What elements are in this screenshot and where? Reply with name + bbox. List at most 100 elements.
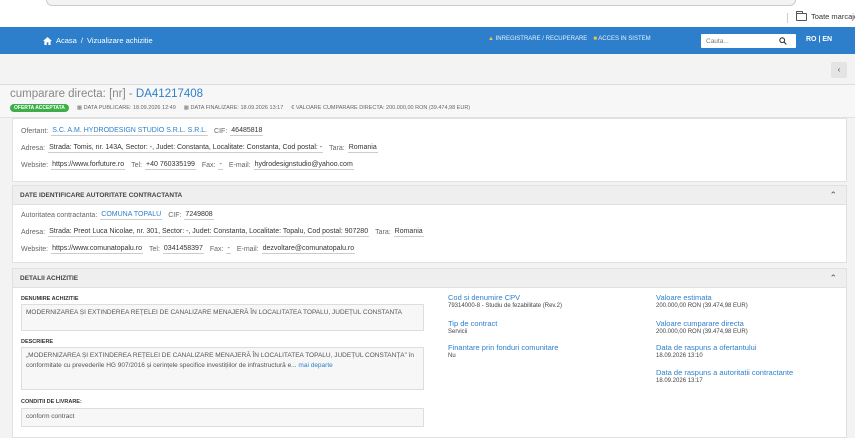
bidder-response-block: Data de raspuns a ofertantului 18.09.202…: [656, 343, 756, 360]
procurement-code: DA41217408: [135, 88, 204, 100]
authority-fax-label: Fax:: [209, 246, 224, 253]
ofertant-label: Ofertant:: [21, 128, 49, 135]
authority-panel: DATE IDENTIFICARE AUTORITATE CONTRACTANT…: [12, 185, 847, 263]
contract-type-value: Servicii: [448, 329, 468, 335]
contract-type-label: Tip de contract: [448, 319, 498, 328]
authority-website-label: Website:: [21, 246, 49, 253]
estimated-value-block: Valoare estimata 200.000,00 RON (39.474,…: [656, 293, 748, 310]
login-link[interactable]: ■ ACCES IN SISTEM: [593, 36, 650, 42]
authority-country-label: Tara:: [375, 229, 391, 236]
purchase-value-label: Valoare cumparare directa: [656, 319, 744, 328]
breadcrumb-separator: /: [80, 36, 83, 45]
ofertant-country-value: Romania: [347, 144, 378, 153]
warning-icon: ▲: [488, 36, 494, 42]
ofertant-fax-value: -: [218, 161, 223, 170]
authority-name-link[interactable]: COMUNA TOPALU: [100, 211, 163, 220]
ofertant-panel: Ofertant: S.C. A.M. HYDRODESIGN STUDIO S…: [12, 118, 847, 182]
authority-tel-value: 0341458397: [162, 245, 204, 254]
authority-response-label: Data de raspuns a autoritatii contractan…: [656, 368, 794, 377]
ofertant-tel-value: +40 760335199: [145, 161, 196, 170]
authority-fax-value: -: [226, 245, 231, 254]
estimated-value-amount: 200.000,00 RON (39.474,98 EUR): [656, 303, 748, 309]
ofertant-tel-label: Tel:: [131, 162, 142, 169]
search-box: [701, 34, 796, 48]
ofertant-country-label: Tara:: [329, 145, 345, 152]
ofertant-email-value[interactable]: hydrodesignstudio@yahoo.com: [253, 161, 354, 170]
authority-contact-row: Website: https://www.comunatopalu.ro Tel…: [21, 245, 356, 254]
conditii-value: conform contract: [21, 408, 424, 427]
contract-type-block: Tip de contract Servicii: [448, 319, 497, 336]
authority-address-value: Strada: Preot Luca Nicolae, nr. 301, Sec…: [48, 228, 370, 237]
authority-address-row: Adresa: Strada: Preot Luca Nicolae, nr. …: [21, 228, 424, 237]
ofertant-cif-value: 46485818: [230, 127, 264, 136]
denumire-value: MODERNIZAREA ȘI EXTINDEREA REȚELEI DE CA…: [21, 304, 424, 331]
publish-date-value: 18.09.2026 12:49: [132, 105, 176, 111]
details-panel-title: DETALII ACHIZITIE: [20, 275, 79, 282]
ofertant-fax-label: Fax:: [201, 162, 216, 169]
ofertant-address-value: Strada: Tomis, nr. 143A, Sector: -, Jude…: [48, 144, 324, 153]
calendar-icon: ▦: [76, 105, 83, 111]
ofertant-address-label: Adresa:: [21, 145, 46, 152]
direct-purchase-value-label: VALOARE CUMPARARE DIRECTA:: [295, 105, 385, 111]
direct-purchase-value: € VALOARE CUMPARARE DIRECTA: 200.000,00 …: [291, 105, 470, 111]
folder-icon: [796, 10, 807, 21]
eu-funding-block: Finantare prin fonduri comunitare Nu: [448, 343, 558, 360]
collapse-button[interactable]: ‹: [831, 62, 847, 78]
calendar-icon: ▦: [183, 105, 189, 111]
page-title: cumparare directa: [nr] - DA41217408: [10, 88, 203, 100]
ofertant-row: Ofertant: S.C. A.M. HYDRODESIGN STUDIO S…: [21, 127, 264, 136]
bookmark-divider: [787, 13, 788, 23]
authority-email-value[interactable]: dezvoltare@comunatopalu.ro: [261, 245, 356, 254]
home-icon[interactable]: [43, 36, 52, 45]
finalize-date-value: 18.09.2026 13:17: [240, 105, 284, 111]
ofertant-contact-row: Website: https://www.forfuture.ro Tel: +…: [21, 161, 354, 170]
descriere-value: „MODERNIZAREA ȘI EXTINDEREA REȚELEI DE C…: [26, 352, 415, 369]
descriere-box: „MODERNIZAREA ȘI EXTINDEREA REȚELEI DE C…: [21, 347, 424, 390]
procurement-meta: OFERTA ACCEPTATA ▦ DATA PUBLICARE: 18.09…: [10, 104, 470, 112]
address-bar[interactable]: [46, 0, 796, 6]
authority-row: Autoritatea contractanta: COMUNA TOPALU …: [21, 211, 214, 220]
register-link[interactable]: ▲ INREGISTRARE / RECUPERARE: [488, 36, 587, 42]
search-input[interactable]: [701, 34, 776, 48]
authority-response-block: Data de raspuns a autoritatii contractan…: [656, 368, 793, 385]
authority-tel-label: Tel:: [149, 246, 160, 253]
ofertant-name-link[interactable]: S.C. A.M. HYDRODESIGN STUDIO S.R.L. S.R.…: [51, 127, 209, 136]
eu-funding-label: Finantare prin fonduri comunitare: [448, 343, 559, 352]
lang-en[interactable]: EN: [822, 36, 832, 43]
title-prefix: cumparare directa: [nr] -: [10, 88, 133, 100]
authority-response-value: 18.09.2026 13:17: [656, 378, 703, 384]
breadcrumb-current: Vizualizare achizitie: [86, 36, 153, 45]
read-more-link[interactable]: mai departe: [298, 362, 332, 369]
lang-separator: |: [818, 36, 821, 43]
authority-panel-header[interactable]: DATE IDENTIFICARE AUTORITATE CONTRACTANT…: [13, 186, 846, 205]
cpv-block: Cod si denumire CPV 79314000-8 - Studiu …: [448, 293, 562, 310]
publish-date: ▦ DATA PUBLICARE: 18.09.2026 12:49: [77, 105, 176, 111]
purchase-value-block: Valoare cumparare directa 200.000,00 RON…: [656, 319, 748, 336]
cpv-value: 79314000-8 - Studiu de fezabilitate (Rev…: [448, 303, 562, 309]
login-link-label: ACCES IN SISTEM: [598, 36, 651, 42]
authority-label: Autoritatea contractanta:: [21, 212, 98, 219]
authority-website-value[interactable]: https://www.comunatopalu.ro: [51, 245, 143, 254]
bidder-response-value: 18.09.2026 13:10: [656, 353, 703, 359]
authority-panel-title: DATE IDENTIFICARE AUTORITATE CONTRACTANT…: [20, 192, 183, 199]
chevron-up-icon[interactable]: ⌃: [829, 273, 837, 284]
details-panel-header[interactable]: DETALII ACHIZITIE ⌃: [13, 269, 846, 288]
chevron-up-icon[interactable]: ⌃: [829, 190, 837, 201]
breadcrumb: Acasa / Vizualizare achizitie: [43, 36, 153, 45]
toolbar: ‹: [0, 54, 855, 85]
bookmarks-all[interactable]: Toate marcajele: [796, 10, 855, 21]
authority-cif-label: CIF:: [168, 212, 182, 219]
search-icon[interactable]: [779, 37, 787, 45]
euro-icon: €: [291, 105, 295, 111]
details-panel: DETALII ACHIZITIE ⌃ DENUMIRE ACHIZITIE M…: [12, 268, 847, 438]
language-switch: RO | EN: [806, 36, 832, 43]
denumire-label: DENUMIRE ACHIZITIE: [21, 296, 79, 302]
lang-ro[interactable]: RO: [806, 36, 817, 43]
authority-country-value: Romania: [393, 228, 424, 237]
status-badge: OFERTA ACCEPTATA: [10, 104, 69, 112]
ofertant-website-value[interactable]: https://www.forfuture.ro: [51, 161, 126, 170]
bidder-response-label: Data de raspuns a ofertantului: [656, 343, 757, 352]
authority-email-label: E-mail:: [236, 246, 259, 253]
breadcrumb-home[interactable]: Acasa: [56, 36, 77, 45]
top-navbar: Acasa / Vizualizare achizitie ▲ INREGIST…: [0, 27, 855, 54]
